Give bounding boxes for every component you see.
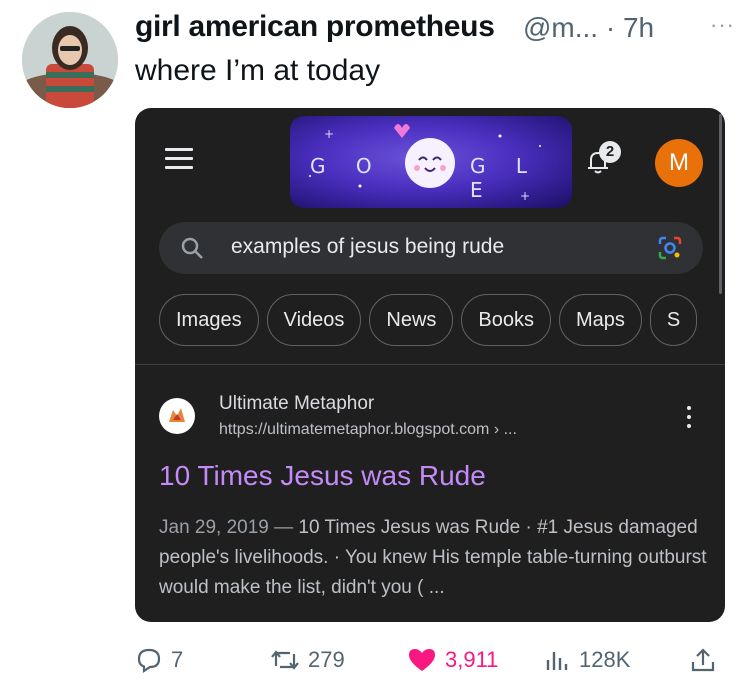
author-name[interactable]: girl american prometheus	[135, 10, 495, 44]
avatar-photo	[22, 12, 118, 108]
site-favicon	[159, 398, 195, 434]
tab-news: News	[369, 294, 454, 346]
author-avatar[interactable]	[22, 12, 118, 108]
view-count: 128K	[579, 647, 631, 672]
tab-images: Images	[159, 294, 259, 346]
tab-maps: Maps	[559, 294, 642, 346]
views-icon	[546, 652, 568, 670]
result-date: Jan 29, 2019 —	[159, 517, 294, 538]
tab-more-clipped: S	[649, 294, 698, 346]
retweet-icon	[271, 650, 299, 670]
attached-screenshot[interactable]: + + G O G L E 2 M examples of jesus bein…	[135, 108, 725, 622]
tab-videos: Videos	[266, 294, 362, 346]
doodle-character	[405, 138, 455, 188]
doodle-face	[414, 156, 446, 172]
search-box: examples of jesus being rude	[159, 222, 703, 274]
notification-count-badge: 2	[599, 141, 621, 163]
divider	[135, 364, 725, 365]
search-tabs: Images Videos News Books Maps S	[159, 294, 705, 346]
google-doodle: + + G O G L E	[290, 116, 572, 208]
tweet-header: girl american prometheus @m... · 7h ···	[135, 8, 735, 48]
tab-books: Books	[461, 294, 551, 346]
retweet-button[interactable]: 279	[270, 640, 345, 680]
share-icon	[691, 648, 715, 672]
doodle-letters-left: G O	[310, 154, 384, 178]
more-options-icon[interactable]: ···	[710, 12, 735, 38]
reply-count: 7	[171, 647, 184, 672]
reply-button[interactable]: 7	[135, 640, 183, 680]
heart-icon	[409, 649, 435, 671]
tweet-actions: 7 279 3,911 128K	[135, 640, 725, 680]
author-handle[interactable]: @m...	[523, 12, 598, 43]
like-button[interactable]: 3,911	[407, 640, 498, 680]
google-lens-icon	[657, 235, 683, 266]
reply-icon	[137, 648, 161, 674]
result-title: 10 Times Jesus was Rude	[159, 460, 486, 491]
search-icon	[179, 235, 205, 266]
result-site-name: Ultimate Metaphor	[219, 393, 375, 414]
retweet-count: 279	[308, 647, 345, 672]
search-query: examples of jesus being rude	[231, 235, 505, 258]
author-handle-and-time[interactable]: @m... · 7h	[523, 12, 654, 44]
result-snippet: Jan 29, 2019 — 10 Times Jesus was Rude ·…	[159, 513, 709, 603]
scrollbar	[719, 114, 722, 294]
result-more-icon	[687, 406, 691, 433]
tweet-text: where I’m at today	[135, 54, 381, 87]
menu-icon	[165, 148, 193, 175]
like-count: 3,911	[445, 647, 499, 672]
share-button[interactable]	[689, 640, 725, 680]
svg-text:+: +	[324, 127, 334, 141]
tweet-time[interactable]: · 7h	[606, 12, 654, 43]
doodle-letters-right: G L E	[470, 154, 539, 202]
views-button[interactable]: 128K	[543, 640, 630, 680]
result-url: https://ultimatemetaphor.blogspot.com › …	[219, 421, 517, 438]
profile-avatar: M	[655, 139, 703, 187]
